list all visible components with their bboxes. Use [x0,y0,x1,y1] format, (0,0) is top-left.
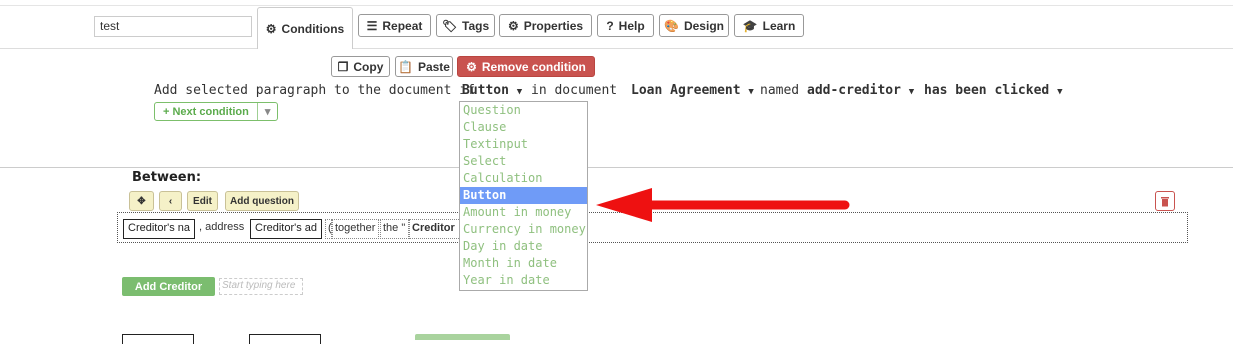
tab-design[interactable]: 🎨 Design [659,14,729,37]
tab-label: Design [683,18,724,33]
move-button[interactable]: ✥ [129,191,154,211]
name-value: add-creditor [807,83,901,98]
tab-bar-border [0,48,1233,49]
between-label: Between: [132,170,202,185]
next-condition-button[interactable]: + Next condition ▾ [154,102,279,121]
type-select[interactable]: Button ▼ [462,83,522,98]
trash-icon [1161,196,1169,206]
tab-conditions[interactable]: ⚙ Conditions [257,7,353,49]
start-typing-input[interactable]: Start typing here [219,278,303,295]
paragraph-text: , address [199,221,245,233]
button-fragment [415,334,510,340]
tab-label: Tags [462,18,490,33]
dropdown-option[interactable]: Day in date [460,238,587,255]
arrow-head [596,188,652,222]
paragraph-text: together [332,219,379,239]
in-document-text: in document [531,83,618,98]
remove-label: Remove condition [481,59,586,74]
paste-label: Paste [417,59,450,74]
name-select[interactable]: add-creditor ▼ [807,83,914,98]
dropdown-option[interactable]: Currency in money [460,221,587,238]
next-condition-label: + Next condition [155,103,258,120]
caret-down-icon: ▼ [516,87,523,97]
caret-down-icon: ▼ [1057,87,1063,97]
tab-label: Learn [762,18,796,33]
creditor-name-field[interactable]: Creditor's na [123,219,195,239]
dropdown-option[interactable]: Month in date [460,255,587,272]
list-ordered-icon: ☰ [366,18,378,33]
question-icon: ? [606,18,614,33]
paste-button[interactable]: 📋 Paste [395,56,453,77]
remove-condition-button[interactable]: ⚙ Remove condition [457,56,595,77]
tab-label: Properties [523,18,584,33]
add-creditor-button[interactable]: Add Creditor [122,277,215,296]
section-divider [0,167,1233,168]
copy-icon: ❐ [337,59,349,74]
edit-button[interactable]: Edit [187,191,218,211]
delete-button[interactable] [1155,191,1175,211]
tab-tags[interactable]: 🏷 Tags [436,14,495,37]
caret-down-icon[interactable]: ▾ [258,105,278,118]
gear-icon: ⚙ [507,18,519,33]
title-input[interactable]: test [94,16,252,37]
condition-prefix: Add selected paragraph to the document i… [154,83,475,98]
dropdown-option[interactable]: Year in date [460,272,587,289]
type-value: Button [462,83,509,98]
add-question-button[interactable]: Add question [225,191,299,211]
palette-icon: 🎨 [664,18,679,33]
type-dropdown-list[interactable]: Question Clause Textinput Select Calcula… [459,101,588,291]
dropdown-option[interactable]: Select [460,153,587,170]
event-value: has been clicked [924,83,1050,98]
clipboard-icon: 📋 [398,59,413,74]
dropdown-option[interactable]: Textinput [460,136,587,153]
graduation-cap-icon: 🎓 [742,18,758,33]
named-text: named [760,83,800,98]
cogs-icon: ⚙ [265,21,277,36]
document-value: Loan Agreement [631,83,741,98]
tab-label: Help [618,18,645,33]
move-icon: ✥ [137,195,146,207]
document-select[interactable]: Loan Agreement ▼ [631,83,754,98]
red-arrow-annotation [596,188,850,222]
caret-down-icon: ▼ [748,87,754,97]
dropdown-option[interactable]: Amount in money [460,204,587,221]
back-button[interactable]: ‹ [159,191,182,211]
dropdown-option[interactable]: Question [460,102,587,119]
cogs-icon: ⚙ [466,59,477,74]
tab-label: Repeat [382,18,423,33]
tab-repeat[interactable]: ☰ Repeat [358,14,431,37]
chevron-left-icon: ‹ [168,195,173,207]
tab-properties[interactable]: ⚙ Properties [499,14,592,37]
copy-label: Copy [353,59,384,74]
dropdown-option-selected[interactable]: Button [460,187,587,204]
tab-help[interactable]: ? Help [597,14,654,37]
paragraph-text: the " [380,219,409,239]
caret-down-icon: ▼ [908,87,915,97]
paragraph-text: ( [325,219,332,239]
tab-label: Conditions [281,21,345,36]
tag-icon: 🏷 [441,18,458,33]
copy-button[interactable]: ❐ Copy [331,56,390,77]
creditor-address-field[interactable]: Creditor's ad [250,219,322,239]
field-fragment [122,334,194,344]
field-fragment [249,334,321,344]
tab-learn[interactable]: 🎓 Learn [734,14,804,37]
dropdown-option[interactable]: Clause [460,119,587,136]
creditor-defined-term[interactable]: Creditor [409,219,461,239]
event-select[interactable]: has been clicked ▼ [924,83,1062,98]
dropdown-option[interactable]: Calculation [460,170,587,187]
top-border [0,5,1233,6]
